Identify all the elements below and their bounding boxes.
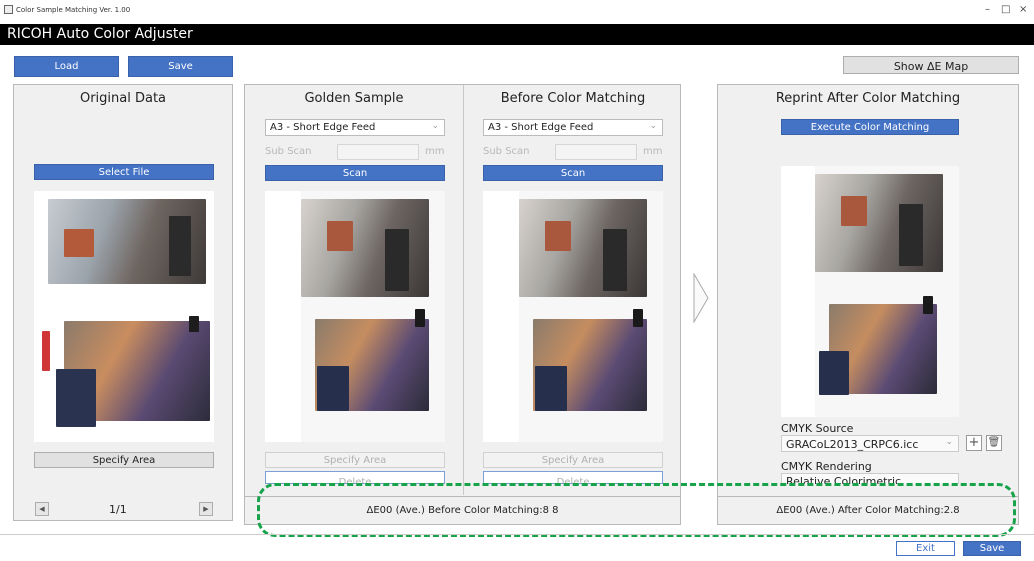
delta-e-before-status: ΔE00 (Ave.) Before Color Matching:8 8 [244, 496, 681, 525]
cmyk-rendering-label: CMYK Rendering [781, 460, 872, 473]
minimize-icon[interactable]: – [985, 4, 990, 15]
sub-scan-unit: mm [643, 146, 663, 157]
panel-divider [463, 85, 464, 495]
delta-e-after-status: ΔE00 (Ave.) After Color Matching:2.8 [717, 496, 1019, 525]
golden-sub-scan-input[interactable] [337, 144, 419, 160]
original-preview-image [34, 191, 214, 442]
golden-paper-size-select[interactable]: A3 - Short Edge Feed ⌄ [265, 119, 445, 136]
golden-delete-button[interactable]: Delete [265, 471, 445, 484]
save-top-button[interactable]: Save [128, 56, 233, 77]
scan-panels-container: Golden Sample A3 - Short Edge Feed ⌄ Sub … [244, 84, 681, 521]
select-value: GRACoL2013_CRPC6.icc [786, 438, 919, 451]
prev-page-icon[interactable]: ◀ [35, 502, 49, 516]
chevron-down-icon: ⌄ [431, 121, 439, 131]
reprint-preview-image [781, 166, 959, 417]
cmyk-source-select[interactable]: GRACoL2013_CRPC6.icc ⌄ [781, 435, 959, 452]
panel-title: Golden Sample [304, 91, 404, 106]
select-value: A3 - Short Edge Feed [270, 122, 376, 133]
sub-scan-label: Sub Scan [265, 146, 312, 157]
sub-scan-unit: mm [425, 146, 445, 157]
before-sub-scan-input[interactable] [555, 144, 637, 160]
before-paper-size-select[interactable]: A3 - Short Edge Feed ⌄ [483, 119, 663, 136]
golden-specify-area-button[interactable]: Specify Area [265, 452, 445, 468]
cmyk-source-label: CMYK Source [781, 422, 854, 435]
trash-icon[interactable]: 🗑 [986, 435, 1002, 451]
next-page-icon[interactable]: ▶ [199, 502, 213, 516]
chevron-down-icon: ⌄ [649, 121, 657, 131]
footer-divider [0, 534, 1034, 535]
panel-title: Before Color Matching [500, 91, 646, 106]
sub-scan-label: Sub Scan [483, 146, 530, 157]
cmyk-rendering-select[interactable]: Relative Colorimetric [781, 473, 959, 484]
close-icon[interactable]: × [1019, 4, 1027, 15]
save-footer-button[interactable]: Save [963, 541, 1021, 556]
chevron-down-icon: ⌄ [945, 437, 953, 447]
specify-area-button-original[interactable]: Specify Area [34, 452, 214, 468]
exit-button[interactable]: Exit [896, 541, 955, 556]
panel-title: Original Data [79, 91, 167, 106]
arrow-right-icon [693, 273, 709, 323]
before-preview-image [483, 191, 663, 442]
app-icon [4, 5, 13, 14]
original-data-panel: Original Data Select File Specify Area ◀… [13, 84, 233, 521]
select-file-button[interactable]: Select File [34, 164, 214, 180]
reprint-panel: Reprint After Color Matching Execute Col… [717, 84, 1019, 521]
page-indicator: 1/1 [109, 503, 127, 516]
maximize-icon[interactable]: □ [1001, 4, 1010, 15]
select-value: A3 - Short Edge Feed [488, 122, 594, 133]
add-icon[interactable]: + [966, 435, 982, 451]
golden-preview-image [265, 191, 445, 442]
panel-title: Reprint After Color Matching [775, 91, 961, 106]
before-delete-button[interactable]: Delete [483, 471, 663, 484]
show-delta-e-map-button[interactable]: Show ΔE Map [843, 56, 1019, 74]
execute-color-matching-button[interactable]: Execute Color Matching [781, 119, 959, 135]
app-banner: RICOH Auto Color Adjuster [0, 24, 1034, 45]
golden-scan-button[interactable]: Scan [265, 165, 445, 181]
before-specify-area-button[interactable]: Specify Area [483, 452, 663, 468]
select-value: Relative Colorimetric [786, 475, 902, 484]
before-scan-button[interactable]: Scan [483, 165, 663, 181]
window-title: Color Sample Matching Ver. 1.00 [16, 6, 131, 14]
load-button[interactable]: Load [14, 56, 119, 77]
window-titlebar: Color Sample Matching Ver. 1.00 – □ × [0, 0, 1034, 24]
